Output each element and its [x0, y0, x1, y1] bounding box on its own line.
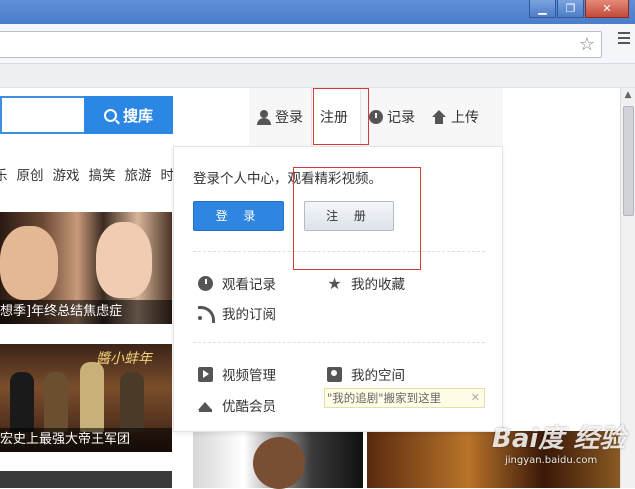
thumbnail-image	[253, 437, 305, 489]
tooltip-notice: "我的追剧"搬家到这里 ✕	[324, 388, 485, 408]
video-thumbnail[interactable]: 想季]年终总结焦虑症	[0, 212, 172, 324]
window-controls: ▁ ❐ ✕	[528, 0, 629, 18]
clock-icon	[369, 110, 383, 124]
watermark-logo: Bai度 经验	[492, 424, 626, 454]
thumbnail-figure	[120, 372, 144, 432]
divider	[193, 342, 485, 343]
window-titlebar: ▁ ❐ ✕	[0, 0, 635, 24]
favorites-link-label: 我的收藏	[351, 277, 405, 293]
restore-button[interactable]: ❐	[557, 0, 584, 18]
upload-label: 上传	[451, 110, 479, 126]
dropdown-register-button[interactable]: 注 册	[304, 201, 394, 231]
star-icon[interactable]: ☆	[579, 35, 595, 55]
video-manage-link[interactable]: 视频管理	[198, 364, 276, 384]
close-button[interactable]: ✕	[585, 0, 629, 18]
scroll-up-icon[interactable]: ▲	[621, 88, 635, 102]
space-icon	[327, 366, 342, 382]
login-prompt: 登录个人中心，观看精彩视频。	[193, 171, 382, 187]
search-button-label: 搜库	[122, 106, 153, 125]
favorites-link[interactable]: ★ 我的收藏	[327, 273, 405, 293]
history-tab[interactable]: 记录	[361, 88, 423, 146]
history-link[interactable]: 观看记录	[198, 273, 276, 293]
category-nav: 乐 原创 游戏 搞笑 旅游 时	[0, 164, 183, 184]
my-space-link[interactable]: 我的空间	[327, 364, 405, 384]
tooltip-text: "我的追剧"搬家到这里	[327, 391, 442, 405]
search-icon	[103, 108, 117, 122]
nav-item[interactable]: 搞笑	[89, 164, 116, 184]
subscriptions-link[interactable]: 我的订阅	[198, 303, 276, 323]
nav-item[interactable]: 原创	[17, 164, 44, 184]
video-thumbnail[interactable]	[193, 431, 363, 489]
nav-item[interactable]: 游戏	[53, 164, 80, 184]
login-tab[interactable]: 登录	[249, 88, 311, 146]
history-link-label: 观看记录	[222, 277, 276, 293]
watermark-url: jingyan.baidu.com	[505, 455, 598, 466]
nav-item[interactable]: 时	[161, 164, 175, 184]
clock-icon	[198, 275, 213, 291]
thumbnail-image	[96, 222, 152, 298]
user-bar: 登录 注册 记录 上传	[249, 88, 620, 146]
address-bar[interactable]: ☆	[0, 31, 602, 58]
thumbnail-figure	[44, 372, 68, 432]
play-icon	[198, 366, 213, 382]
user-dropdown-panel: 登录个人中心，观看精彩视频。 登 录 注 册 观看记录 ★ 我的收藏 我的订阅 …	[173, 146, 503, 432]
vip-label: 优酷会员	[222, 399, 276, 415]
thumbnail-figure	[10, 372, 34, 432]
thumbnail-figure	[80, 362, 104, 432]
rss-icon	[198, 305, 215, 323]
video-thumbnail[interactable]	[0, 471, 172, 488]
tooltip-close-icon[interactable]: ✕	[471, 389, 480, 407]
star-icon: ★	[327, 273, 342, 293]
video-thumbnail[interactable]: 醬小蚌年 宏史上最强大帝王军团	[0, 344, 172, 452]
my-space-label: 我的空间	[351, 368, 405, 384]
login-label: 登录	[275, 110, 303, 126]
video-caption[interactable]: 想季]年终总结焦虑症	[0, 300, 172, 324]
crown-icon	[198, 398, 213, 413]
search-button[interactable]: 搜库	[84, 96, 173, 134]
dropdown-login-button[interactable]: 登 录	[193, 201, 284, 231]
search-input[interactable]	[0, 96, 84, 134]
minimize-button[interactable]: ▁	[529, 0, 556, 18]
nav-item[interactable]: 乐	[0, 164, 8, 184]
video-caption[interactable]: 宏史上最强大帝王军团	[0, 428, 172, 452]
register-label: 注册	[320, 110, 348, 126]
scrollbar-thumb[interactable]	[623, 106, 634, 216]
upload-icon	[431, 110, 447, 124]
register-tab[interactable]: 注册	[311, 88, 361, 146]
bookmarks-strip	[0, 64, 635, 88]
upload-tab[interactable]: 上传	[423, 88, 487, 146]
video-manage-label: 视频管理	[222, 368, 276, 384]
vip-link[interactable]: 优酷会员	[198, 395, 276, 415]
subscriptions-link-label: 我的订阅	[222, 307, 276, 323]
show-logo: 醬小蚌年	[96, 351, 152, 367]
browser-toolbar: ☆	[0, 24, 635, 64]
thumbnail-image	[0, 226, 58, 300]
nav-item[interactable]: 旅游	[125, 164, 152, 184]
divider	[193, 251, 485, 252]
person-icon	[257, 109, 271, 125]
history-label: 记录	[387, 110, 415, 126]
menu-icon[interactable]	[618, 32, 630, 47]
